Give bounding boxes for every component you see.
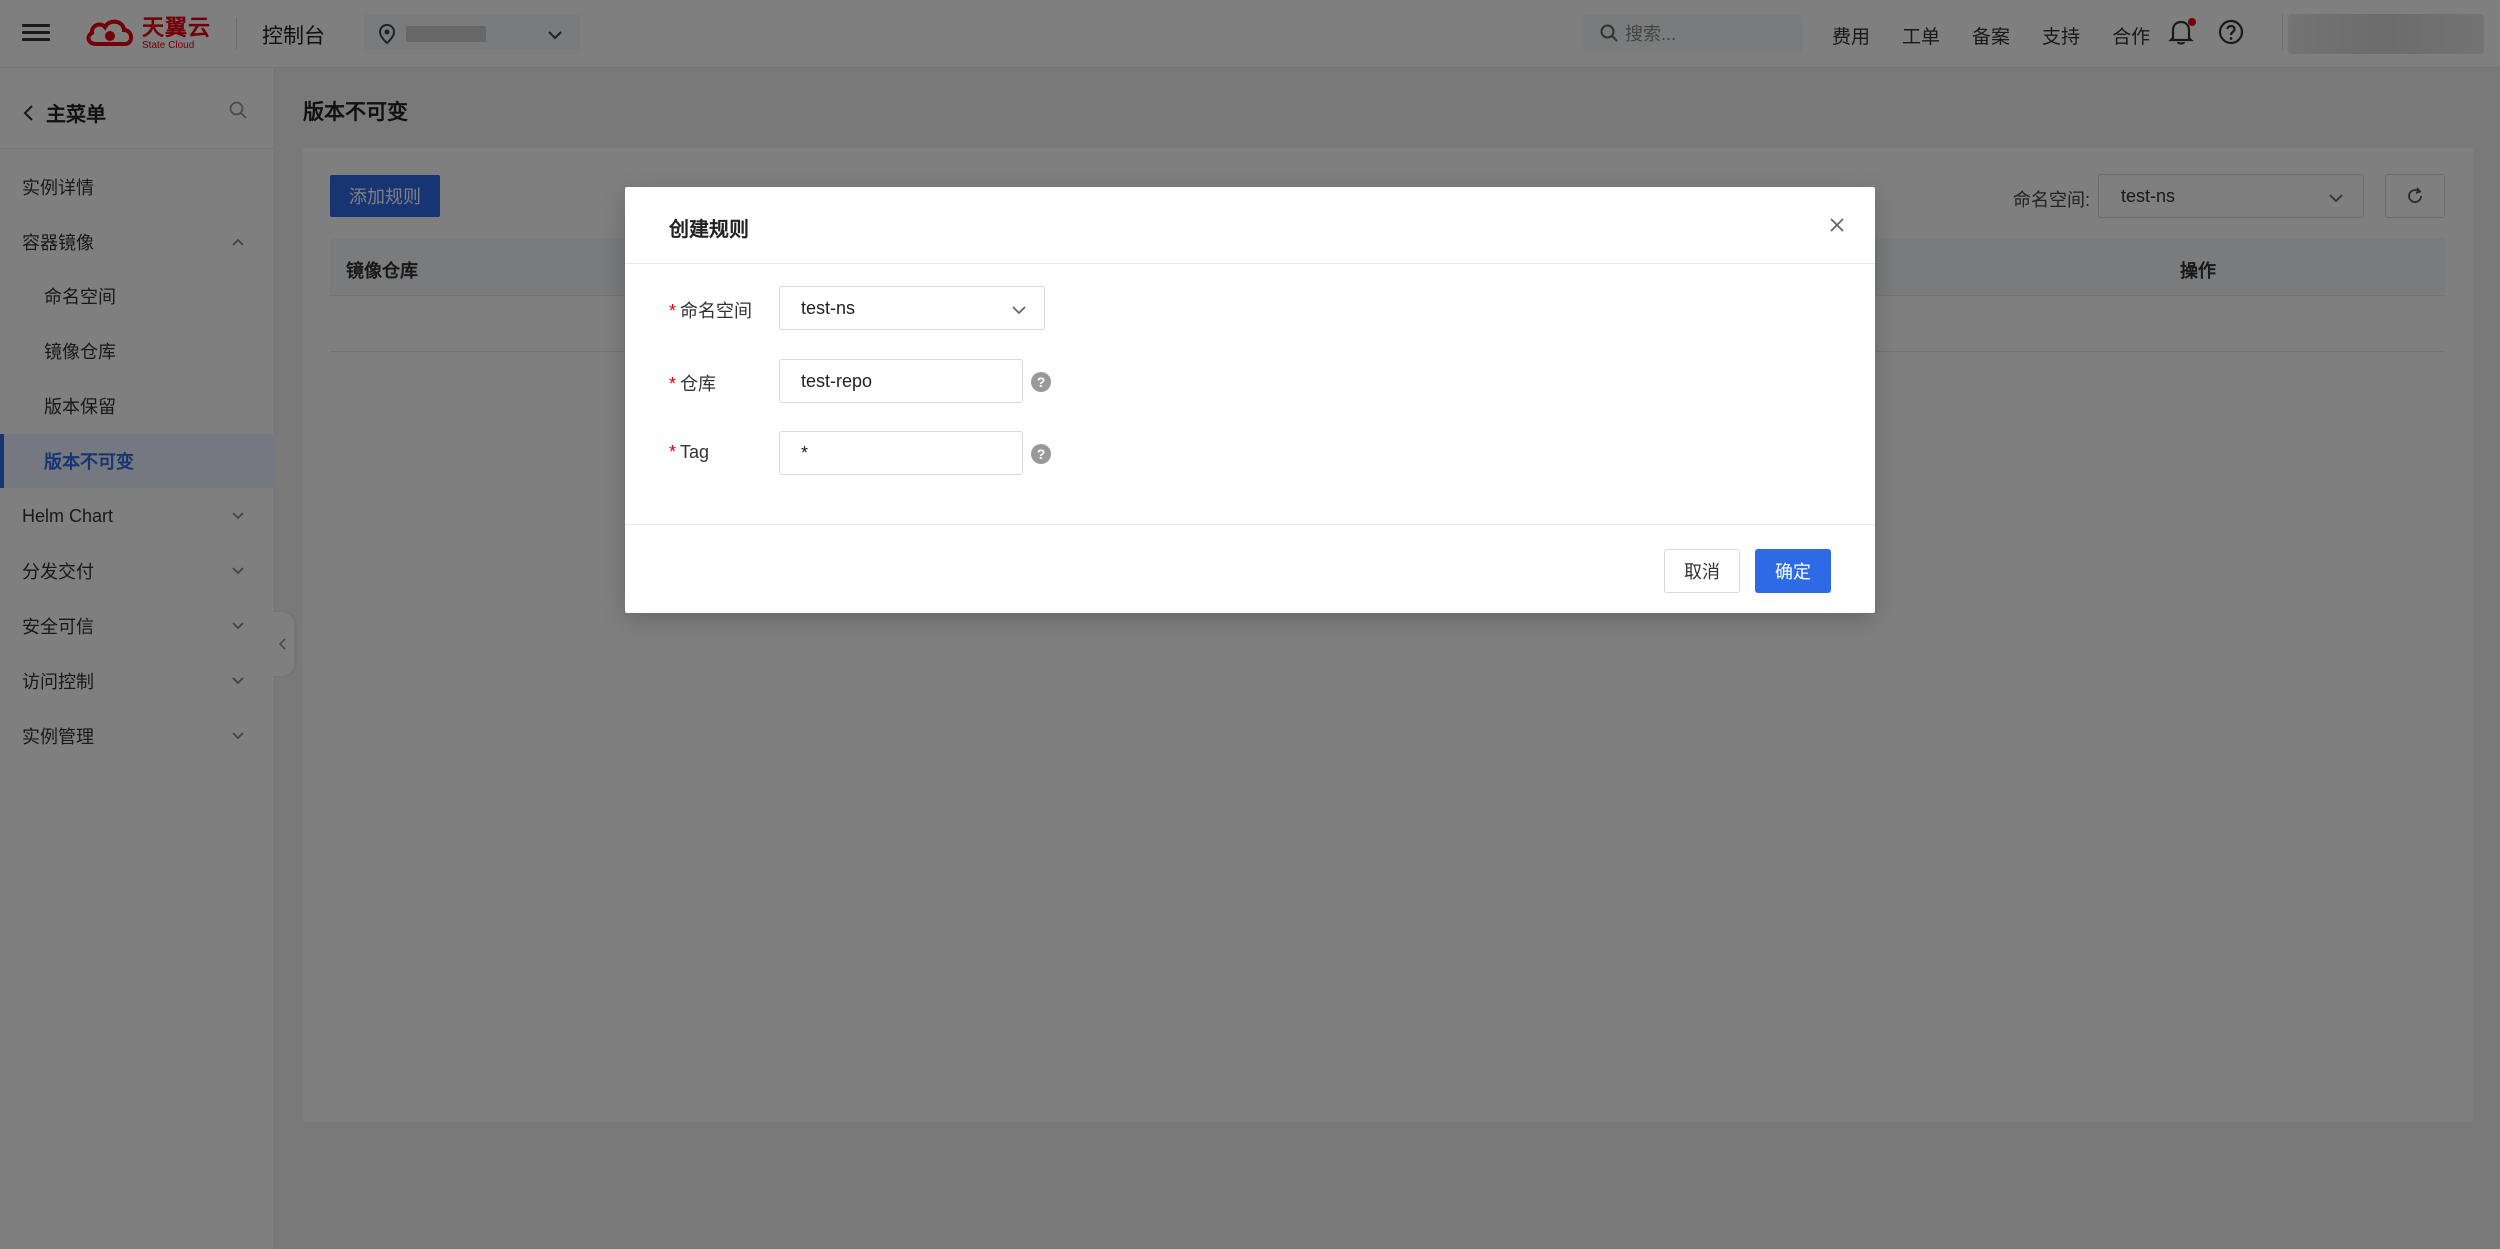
field-label-text: 命名空间 xyxy=(680,301,753,321)
namespace-field-label: * 命名空间 xyxy=(669,297,752,323)
create-rule-dialog: 创建规则 * 命名空间 test-ns * 仓库 test-repo ? * Tag … xyxy=(625,187,1875,613)
divider xyxy=(625,263,1875,264)
dialog-title: 创建规则 xyxy=(669,219,749,241)
divider xyxy=(625,524,1875,525)
tag-input-value: * xyxy=(801,442,809,463)
namespace-select[interactable]: test-ns xyxy=(779,286,1045,330)
cancel-button[interactable]: 取消 xyxy=(1664,549,1740,593)
field-label-text: 仓库 xyxy=(680,374,717,394)
question-icon[interactable]: ? xyxy=(1031,372,1051,392)
tag-field-label: * Tag xyxy=(669,442,709,463)
required-mark: * xyxy=(669,442,677,462)
repo-input-value: test-repo xyxy=(801,370,873,391)
question-icon[interactable]: ? xyxy=(1031,444,1051,464)
field-label-text: Tag xyxy=(680,442,710,462)
repo-field-label: * 仓库 xyxy=(669,370,716,396)
chevron-down-icon xyxy=(1012,306,1026,315)
confirm-button[interactable]: 确定 xyxy=(1755,549,1831,593)
required-mark: * xyxy=(669,374,677,394)
required-mark: * xyxy=(669,301,677,321)
namespace-select-value: test-ns xyxy=(801,297,856,318)
repo-input[interactable]: test-repo xyxy=(779,359,1023,403)
tag-input[interactable]: * xyxy=(779,431,1023,475)
close-icon[interactable] xyxy=(1827,215,1847,235)
